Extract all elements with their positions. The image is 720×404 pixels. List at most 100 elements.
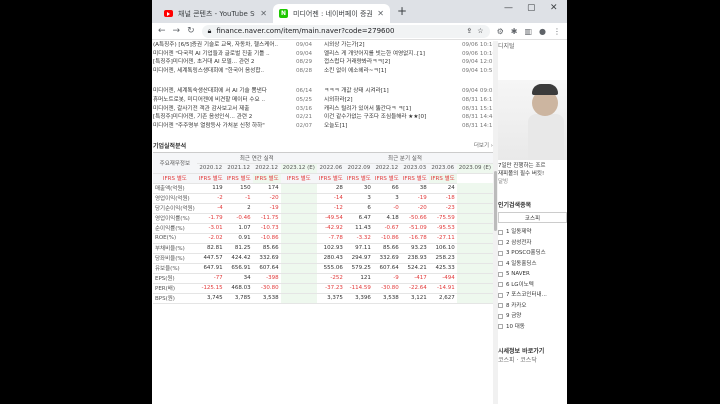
news-row[interactable]: 휴머노트로봇, 미디어젠에 비견할 메이터 수요 .. 05/25 시외하라[2] 0… (153, 96, 493, 105)
news-title[interactable]: (A특징주) [6/5]증권 기술로 교육, 자동차, 헬스케어.. (153, 41, 296, 50)
back-icon[interactable]: ← (158, 26, 166, 36)
news-title[interactable]: [특징주]미디어젠, 초거대 AI 모델... 관련 2 (153, 58, 296, 67)
rank-label[interactable]: 9 금양 (506, 311, 521, 322)
table-row: 영업이익률(%) -1.79 -0.46 -11.75 -49.54 6.47 4.18 -5… (153, 213, 493, 224)
profile-avatar[interactable]: ● (539, 27, 546, 36)
close-tab-icon[interactable]: ✕ (377, 9, 384, 18)
rank-label[interactable]: 3 POSCO홀딩스 (506, 248, 546, 259)
rank-checkbox-icon[interactable] (498, 292, 503, 298)
rank-item[interactable]: 8 카카오 (498, 301, 567, 312)
rank-checkbox-icon[interactable] (498, 229, 503, 235)
board-title[interactable]: 오늘도[1] (324, 122, 462, 131)
table-cell: -30.80 (252, 283, 281, 294)
ad-text-1[interactable]: 7일만 진행하는 조르 (498, 162, 567, 170)
new-tab-button[interactable]: + (397, 4, 407, 18)
board-title[interactable]: ㅋㅋㅋ 개값 상태 시켜라[1] (324, 87, 462, 96)
board-title[interactable]: 이건 같수가없는 구조다 조심들해라 ★★[0] (324, 113, 462, 122)
rank-checkbox-icon[interactable] (498, 271, 503, 277)
rank-label[interactable]: 5 NAVER (506, 269, 530, 280)
news-row[interactable]: 미디어젠 "다국적 AI 기업들과 글로벌 진출 기틀 .. 09/04 멜리스 게… (153, 50, 493, 59)
ad-banner[interactable] (498, 80, 567, 160)
table-cell: 102.93 (316, 243, 345, 254)
table-cell: 3,785 (224, 293, 253, 304)
puzzle-icon[interactable]: ✱ (511, 27, 518, 36)
rank-item[interactable]: 6 LG이노텍 (498, 280, 567, 291)
rank-label[interactable]: 4 일동홀딩스 (506, 259, 537, 270)
rank-checkbox-icon[interactable] (498, 303, 503, 309)
rank-checkbox-icon[interactable] (498, 261, 503, 267)
news-row[interactable]: [특징주]미디어젠, 기존 음성인식... 관련 2 02/21 이건 같수가없는 … (153, 113, 493, 122)
board-title[interactable]: 껍스럽다 거래량봐라ㅋㅋ[2] (324, 58, 462, 67)
quote-shortcut-links[interactable]: 코스피 · 코스닥 (498, 355, 567, 364)
news-title[interactable]: 미디어젠, 세계톡링스생대회에 "한국어 음성합.. (153, 67, 296, 76)
rank-item[interactable]: 3 POSCO홀딩스 (498, 248, 567, 259)
board-title[interactable]: 시외상 가는가[2] (324, 41, 462, 50)
rank-item[interactable]: 10 대동 (498, 322, 567, 333)
news-date: 03/16 (296, 105, 313, 112)
close-tab-icon[interactable]: ✕ (260, 9, 267, 18)
rank-label[interactable]: 6 LG이노텍 (506, 280, 534, 291)
rank-item[interactable]: 7 포스코인터내... (498, 290, 567, 301)
rank-item[interactable]: 9 금양 (498, 311, 567, 322)
rank-label[interactable]: 10 대동 (506, 322, 525, 333)
news-row[interactable]: 미디어젠 "주주명부 열람등사 가처분 신청 하하" 02/07 오늘도[1] 08/… (153, 122, 493, 131)
window-close-icon[interactable]: ✕ (550, 3, 558, 13)
rank-label[interactable]: 1 일동제약 (506, 227, 532, 238)
scroll-thumb[interactable] (494, 171, 497, 231)
rank-label[interactable]: 7 포스코인터내... (506, 290, 547, 301)
rank-item[interactable]: 4 일동홀딩스 (498, 259, 567, 270)
rank-checkbox-icon[interactable] (498, 313, 503, 319)
news-row[interactable]: (A특징주) [6/5]증권 기술로 교육, 자동차, 헬스케어.. 09/04 시… (153, 41, 493, 50)
board-title[interactable]: 캐리스 털려가 있어서 뚫간다ㅋ ㅋ[1] (324, 105, 462, 114)
news-row[interactable]: 미디어젠, 갈사기전 객관 감사보고서 제출 03/16 캐리스 털려가 있어서 뚫… (153, 105, 493, 114)
bookmark-star-icon[interactable]: ☆ (477, 27, 483, 35)
tab-kospi[interactable]: 코스피 (498, 212, 567, 223)
rank-checkbox-icon[interactable] (498, 282, 503, 288)
row-label: 당좌비율(%) (153, 253, 197, 264)
news-row[interactable]: 미디어젠, 세계톡숙생산대회에 서 AI 기술 뽐낸다 06/14 ㅋㅋㅋ 개값 상… (153, 87, 493, 96)
period-header: 2023.12 (E) (280, 163, 317, 174)
news-title[interactable]: 미디어젠 "다국적 AI 기업들과 글로벌 진출 기틀 .. (153, 50, 296, 59)
rank-checkbox-icon[interactable] (498, 240, 503, 246)
table-cell: 150 (224, 183, 253, 194)
tab-naver-finance[interactable]: N 미디어젠 : 네이버페이 증권 ✕ (273, 4, 390, 23)
forward-icon[interactable]: → (173, 26, 181, 36)
board-title[interactable]: 소킨 없이 에소헤라~ㅋ[1] (324, 67, 462, 76)
rank-checkbox-icon[interactable] (498, 324, 503, 330)
table-cell: 294.97 (344, 253, 373, 264)
table-cell: 447.57 (196, 253, 225, 264)
news-row[interactable]: 미디어젠, 세계톡링스생대회에 "한국어 음성합.. 08/28 소킨 없이 에소헤… (153, 67, 493, 76)
table-cell: -14 (316, 193, 345, 204)
table-cell: 85.66 (252, 243, 281, 254)
table-cell: -0.46 (224, 213, 253, 224)
rank-label[interactable]: 8 카카오 (506, 301, 526, 312)
period-header: 2022.12 (252, 163, 281, 174)
tab-youtube-studio[interactable]: 채널 콘텐츠 - YouTube Studio ✕ (158, 4, 273, 23)
news-row[interactable]: [특징주]미디어젠, 초거대 AI 모델... 관련 2 08/29 껍스럽다 거래… (153, 58, 493, 67)
rank-item[interactable]: 5 NAVER (498, 269, 567, 280)
news-title[interactable]: 휴머노트로봇, 미디어젠에 비견할 메이터 수요 .. (153, 96, 296, 105)
minimize-icon[interactable]: — (504, 3, 513, 13)
table-cell: 2 (224, 203, 253, 214)
news-title[interactable]: [특징주]미디어젠, 기존 음성인식... 관련 2 (153, 113, 296, 122)
news-title[interactable]: 미디어젠, 갈사기전 객관 감사보고서 제출 (153, 105, 296, 114)
news-title[interactable]: 미디어젠, 세계톡숙생산대회에 서 AI 기술 뽐낸다 (153, 87, 296, 96)
address-bar[interactable]: 🔒︎ finance.naver.com/item/main.naver?cod… (201, 24, 490, 38)
ifrs-label: IFRS 별도 (372, 173, 401, 184)
share-icon[interactable]: ⇪ (466, 27, 472, 35)
news-title[interactable]: 미디어젠 "주주명부 열람등사 가처분 신청 하하" (153, 122, 296, 131)
rank-item[interactable]: 2 삼성전자 (498, 238, 567, 249)
reload-icon[interactable]: ↻ (187, 26, 195, 36)
rank-label[interactable]: 2 삼성전자 (506, 238, 532, 249)
board-title[interactable]: 멜리스 게 개앗어지를 빗는한 여영없지..[1] (324, 50, 462, 59)
rank-item[interactable]: 1 일동제약 (498, 227, 567, 238)
table-cell: -2.02 (196, 233, 225, 244)
board-title[interactable]: 시외하라[2] (324, 96, 462, 105)
maximize-icon[interactable]: ▢ (527, 3, 536, 13)
rank-checkbox-icon[interactable] (498, 250, 503, 256)
table-cell: 468.03 (224, 283, 253, 294)
extension-icon[interactable]: ⚙ (497, 27, 504, 36)
sidebar-icon[interactable]: ▥ (524, 27, 532, 36)
more-link[interactable]: 더보기 › (474, 141, 493, 150)
menu-kebab-icon[interactable]: ⋮ (553, 27, 561, 36)
